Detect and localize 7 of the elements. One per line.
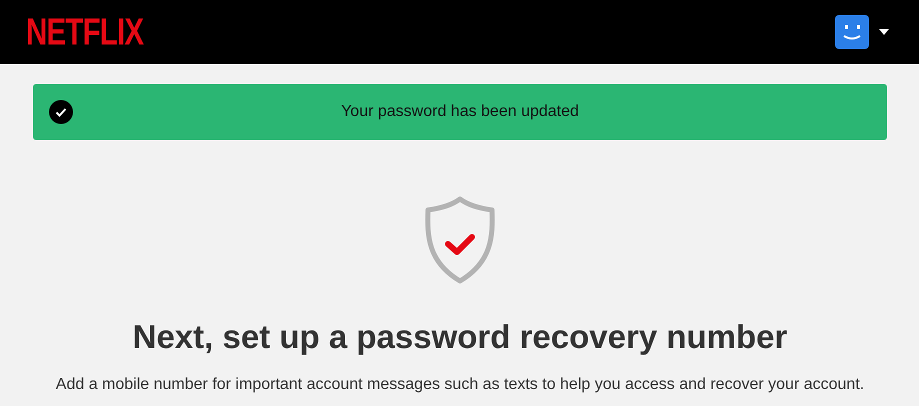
description: Add a mobile number for important account messages such as texts to help you access and recover your account. [56, 376, 864, 394]
caret-icon[interactable] [879, 29, 889, 35]
check-circle-icon [49, 100, 73, 124]
logo[interactable]: NETFLIX [26, 13, 144, 51]
avatar-icon[interactable] [835, 15, 869, 49]
page-title: Next, set up a password recovery number [132, 318, 788, 356]
banner-message: Your password has been updated [340, 103, 580, 121]
